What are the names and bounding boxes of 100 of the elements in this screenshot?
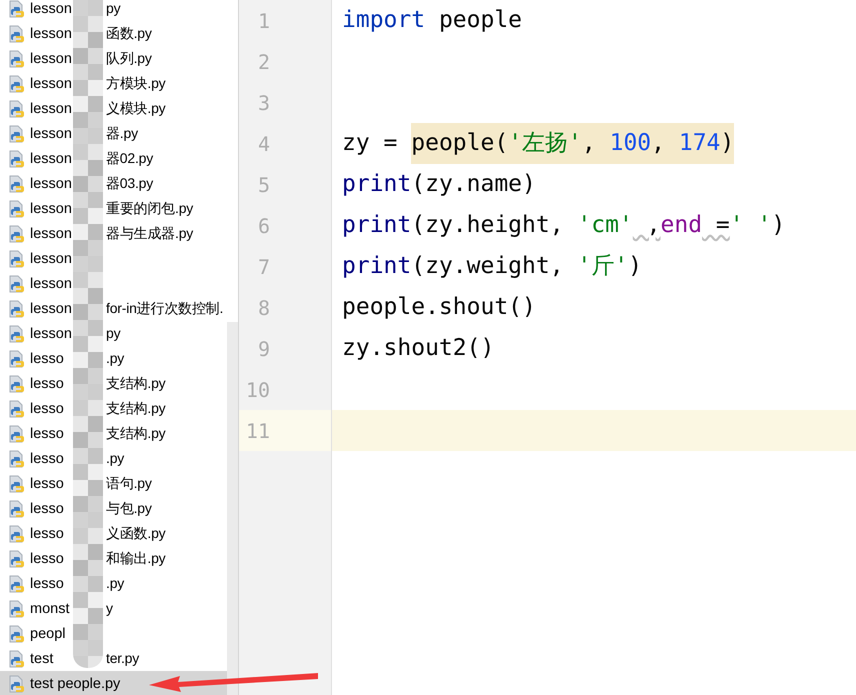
file-item[interactable]: lesson 器与生成器.py (0, 221, 238, 246)
line-number: 2 (258, 48, 270, 76)
file-item[interactable]: lesson py (0, 0, 238, 21)
code-token: people( (411, 123, 508, 164)
file-item[interactable]: lesso 支结构.py (0, 421, 227, 446)
file-item[interactable]: lesso .py (0, 446, 227, 471)
file-name-part: lesso (30, 350, 64, 366)
file-name-part: .py (106, 349, 124, 368)
file-name-part: lesso (30, 450, 64, 466)
code-token: , (651, 123, 679, 164)
file-name-part: lesson (30, 176, 72, 192)
file-item[interactable]: lesson 方模块.py (0, 71, 238, 96)
python-file-icon (9, 500, 25, 518)
file-item[interactable]: lesson 队列.py (0, 46, 238, 71)
file-item[interactable]: lesso 支结构.py (0, 396, 227, 421)
python-file-icon (9, 300, 25, 318)
file-name-part: lesso (30, 400, 64, 416)
file-item[interactable]: lesson 函数.py (0, 21, 238, 46)
file-item[interactable]: lesson (0, 246, 238, 271)
line-number: 5 (258, 172, 270, 198)
file-name-part: lesso (30, 526, 64, 542)
code-token: people (438, 6, 522, 35)
code-token: ) (628, 252, 642, 281)
file-name-part: lesso (30, 476, 64, 492)
file-name-part: 和输出.py (106, 549, 166, 568)
python-file-icon (9, 650, 25, 668)
code-token: import (342, 6, 426, 35)
code-token: (zy.weight, (411, 252, 565, 281)
code-token: end (660, 211, 702, 240)
file-item[interactable]: peopl (0, 621, 227, 646)
file-name-part: 函数.py (106, 24, 152, 43)
file-item[interactable]: lesson 器02.py (0, 146, 238, 171)
scrollbar[interactable] (227, 322, 238, 695)
file-item[interactable]: lesson 重要的闭包.py (0, 196, 238, 221)
code-token: (zy.height, (411, 211, 565, 240)
python-file-icon (9, 400, 25, 418)
code-token: print (342, 252, 412, 281)
code-token: ) (771, 211, 786, 240)
file-name-part: test (30, 650, 54, 666)
code-token: zy.shout2() (342, 334, 494, 363)
file-name-part: lesson (30, 276, 72, 292)
python-file-icon (9, 600, 25, 618)
python-file-icon (9, 200, 25, 218)
code-token: ) (720, 123, 734, 164)
file-name-part: py (106, 0, 120, 18)
file-item[interactable]: lesson 器03.py (0, 171, 238, 196)
python-file-icon (9, 324, 25, 342)
file-name-part: 语句.py (106, 474, 152, 493)
file-name-part: monst (30, 600, 70, 616)
line-number: 10 (246, 376, 270, 404)
file-item[interactable]: lesso 支结构.py (0, 371, 227, 396)
python-file-icon (9, 474, 25, 492)
file-name-part: lesson (30, 150, 72, 166)
file-item[interactable]: lesson for-in进行次数控制. (0, 296, 238, 321)
line-number: 3 (258, 90, 270, 116)
code-token: print (342, 211, 412, 240)
file-item[interactable]: monst y (0, 596, 227, 621)
code-token: , (646, 211, 661, 240)
file-item[interactable]: lesson 义模块.py (0, 96, 238, 121)
file-name-part: lesso (30, 550, 64, 566)
file-item[interactable]: lesso .py (0, 571, 227, 596)
file-name-part: lesson (30, 250, 72, 266)
file-name-part: lesson (30, 100, 72, 116)
line-number: 11 (246, 418, 270, 444)
file-name-part: lesso (30, 376, 64, 392)
file-item[interactable]: test ter.py (0, 646, 227, 671)
file-name-part: lesson (30, 0, 72, 16)
python-file-icon (9, 250, 25, 268)
file-item[interactable]: lesso 义函数.py (0, 521, 227, 546)
file-name-part: lesson (30, 76, 72, 92)
file-item[interactable]: lesso 语句.py (0, 471, 227, 496)
file-name-part: lesson (30, 300, 72, 316)
python-file-icon (9, 50, 25, 68)
file-name-part: lesson (30, 26, 72, 42)
file-name-part: lesson (30, 200, 72, 216)
code-token: '斤' (577, 252, 628, 281)
code-token: zy = (342, 129, 398, 158)
python-file-icon (9, 574, 25, 592)
code-token: 174 (678, 123, 720, 164)
python-file-icon (9, 74, 25, 92)
python-file-icon (9, 424, 25, 442)
code-token: people.shout() (342, 293, 536, 322)
file-item[interactable]: lesson py (0, 321, 227, 346)
file-item[interactable]: lesso 和输出.py (0, 546, 227, 571)
file-item[interactable]: test people.py (0, 671, 227, 695)
file-name-part: y (106, 599, 113, 618)
python-file-icon (9, 224, 25, 242)
python-file-icon (9, 274, 25, 292)
file-name-part: 器03.py (106, 174, 154, 193)
file-item[interactable]: lesson 器.py (0, 121, 238, 146)
python-file-icon (9, 350, 25, 368)
file-item[interactable]: lesson (0, 271, 238, 296)
file-name-part: 队列.py (106, 49, 152, 68)
line-number: 7 (258, 254, 270, 280)
code-token: ' ' (730, 211, 772, 240)
python-file-icon (9, 174, 25, 192)
python-file-icon (9, 100, 25, 118)
file-item[interactable]: lesso .py (0, 346, 227, 371)
python-file-icon (9, 674, 25, 692)
file-item[interactable]: lesso 与包.py (0, 496, 227, 521)
